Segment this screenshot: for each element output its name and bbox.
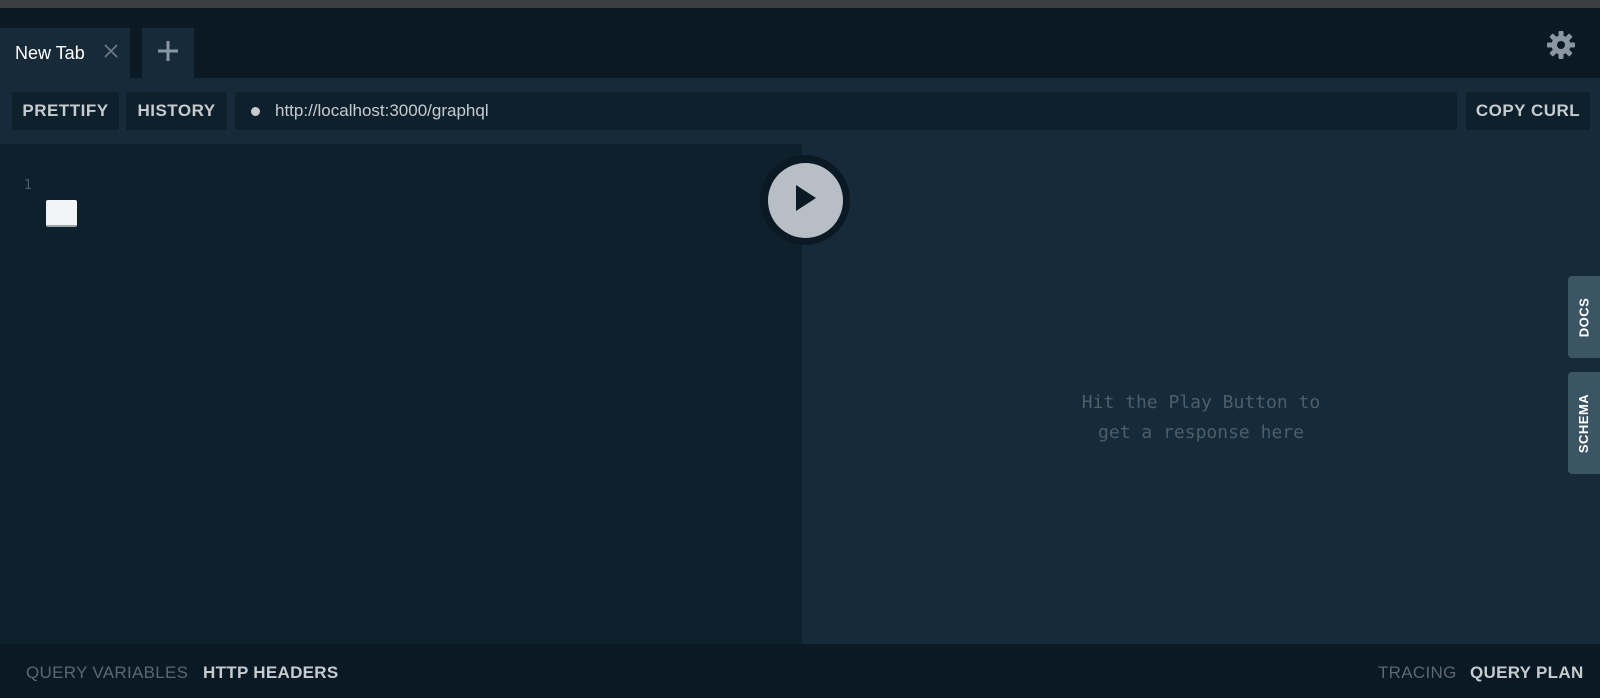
docs-tab[interactable]: DOCS [1568,276,1600,358]
add-tab-button[interactable] [142,28,194,78]
result-placeholder-line-1: Hit the Play Button to [1081,392,1321,413]
play-button-ring [760,155,850,245]
schema-tab[interactable]: SCHEMA [1568,372,1600,474]
result-panel: Hit the Play Button to get a response he… [802,144,1600,644]
gear-icon[interactable] [1546,30,1576,60]
editor-cursor [46,200,77,227]
schema-tab-label: SCHEMA [1576,393,1592,453]
query-plan-tab[interactable]: QUERY PLAN [1470,663,1584,683]
prettify-button[interactable]: PRETTIFY [12,92,119,130]
copy-curl-button[interactable]: COPY CURL [1466,92,1590,130]
tab-bar: New Tab [0,8,1600,80]
bottom-bar: QUERY VARIABLES HTTP HEADERS TRACING QUE… [0,644,1600,698]
tab-label: New Tab [15,42,85,63]
query-editor[interactable]: 1 [0,144,802,644]
docs-tab-label: DOCS [1576,297,1592,337]
play-button[interactable] [767,162,843,238]
play-icon [791,183,819,218]
tab-new-tab[interactable]: New Tab [0,28,130,78]
history-button[interactable]: HISTORY [126,92,227,130]
result-placeholder: Hit the Play Button to get a response he… [802,388,1600,448]
endpoint-url-text: http://localhost:3000/graphql [275,101,489,120]
endpoint-url-input[interactable]: http://localhost:3000/graphql [235,92,1457,130]
plus-icon [156,39,180,68]
tracing-tab[interactable]: TRACING [1378,663,1457,683]
line-number: 1 [24,178,32,193]
window-top-strip [0,0,1600,8]
status-dot-icon [251,106,260,116]
close-icon[interactable] [101,41,121,61]
result-placeholder-line-2: get a response here [1098,422,1304,443]
toolbar: PRETTIFY HISTORY http://localhost:3000/g… [0,78,1600,144]
query-variables-tab[interactable]: QUERY VARIABLES [26,663,188,683]
http-headers-tab[interactable]: HTTP HEADERS [203,663,339,683]
